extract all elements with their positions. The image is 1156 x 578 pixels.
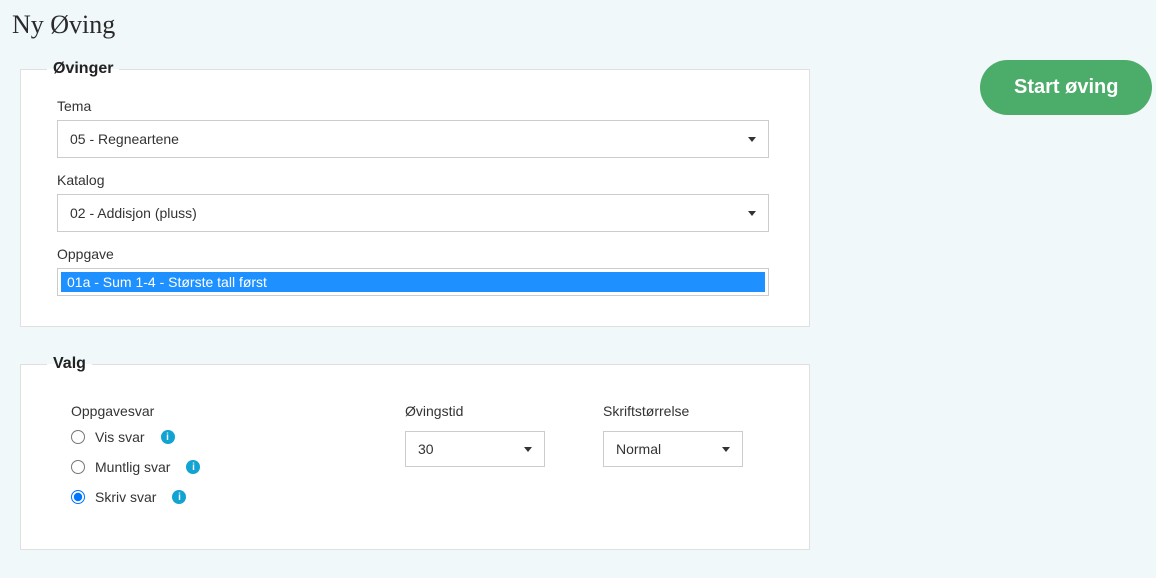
ovingstid-select[interactable]: 30 — [405, 431, 545, 467]
valg-fieldset: Valg Oppgavesvar Vis svar i Muntlig svar… — [20, 355, 810, 550]
chevron-down-icon — [722, 447, 730, 452]
skriftstorrelse-value: Normal — [616, 441, 722, 457]
katalog-label: Katalog — [57, 172, 789, 188]
oppgave-listbox[interactable]: 01a - Sum 1-4 - Største tall først — [57, 268, 769, 296]
info-icon[interactable]: i — [172, 490, 186, 504]
katalog-value: 02 - Addisjon (pluss) — [70, 205, 748, 221]
oppgavesvar-group: Oppgavesvar Vis svar i Muntlig svar i Sk… — [57, 403, 347, 519]
radio-vis-svar-label: Vis svar — [95, 429, 145, 445]
chevron-down-icon — [524, 447, 532, 452]
skriftstorrelse-select[interactable]: Normal — [603, 431, 743, 467]
skriftstorrelse-label: Skriftstørrelse — [603, 403, 743, 419]
radio-vis-svar-input[interactable] — [71, 430, 85, 444]
ovingstid-value: 30 — [418, 441, 524, 457]
tema-label: Tema — [57, 98, 789, 114]
radio-muntlig-svar-label: Muntlig svar — [95, 459, 170, 475]
oppgave-option-selected[interactable]: 01a - Sum 1-4 - Største tall først — [61, 272, 765, 292]
info-icon[interactable]: i — [161, 430, 175, 444]
radio-muntlig-svar[interactable]: Muntlig svar i — [71, 459, 347, 475]
oppgavesvar-heading: Oppgavesvar — [71, 403, 347, 419]
start-oving-button[interactable]: Start øving — [980, 60, 1152, 115]
valg-legend: Valg — [47, 355, 92, 373]
tema-value: 05 - Regneartene — [70, 131, 748, 147]
ovinger-legend: Øvinger — [47, 60, 119, 78]
ovingstid-col: Øvingstid 30 — [405, 403, 545, 467]
katalog-select[interactable]: 02 - Addisjon (pluss) — [57, 194, 769, 232]
radio-skriv-svar-label: Skriv svar — [95, 489, 156, 505]
oppgave-label: Oppgave — [57, 246, 789, 262]
ovinger-fieldset: Øvinger Tema 05 - Regneartene Katalog 02… — [20, 60, 810, 327]
ovingstid-label: Øvingstid — [405, 403, 545, 419]
radio-skriv-svar-input[interactable] — [71, 490, 85, 504]
radio-skriv-svar[interactable]: Skriv svar i — [71, 489, 347, 505]
skriftstorrelse-col: Skriftstørrelse Normal — [603, 403, 743, 467]
page-title: Ny Øving — [0, 0, 1156, 40]
info-icon[interactable]: i — [186, 460, 200, 474]
chevron-down-icon — [748, 211, 756, 216]
radio-vis-svar[interactable]: Vis svar i — [71, 429, 347, 445]
tema-select[interactable]: 05 - Regneartene — [57, 120, 769, 158]
chevron-down-icon — [748, 137, 756, 142]
radio-muntlig-svar-input[interactable] — [71, 460, 85, 474]
